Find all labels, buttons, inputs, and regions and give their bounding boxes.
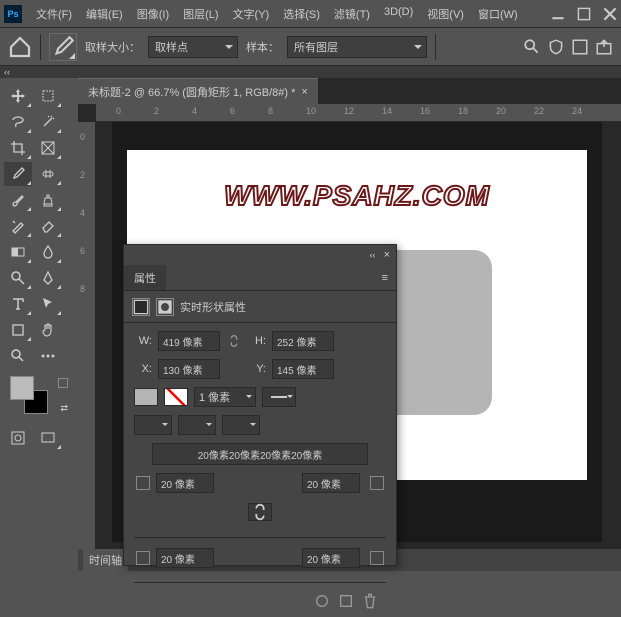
sample-size-label: 取样大小：: [85, 39, 140, 55]
color-swatches[interactable]: ⇄: [10, 376, 50, 416]
menu-image[interactable]: 图像(I): [131, 2, 175, 26]
fill-color-swatch[interactable]: [134, 388, 158, 406]
menu-bar: 文件(F) 编辑(E) 图像(I) 图层(L) 文字(Y) 选择(S) 滤镜(T…: [30, 2, 543, 26]
tl-radius-input[interactable]: 20 像素: [156, 473, 214, 493]
vertical-ruler: 0 2 4 6 8: [78, 122, 96, 571]
foot-icon-1[interactable]: [314, 593, 330, 609]
bl-lock-checkbox[interactable]: [136, 551, 150, 565]
move-tool[interactable]: [4, 84, 32, 108]
pen-tool[interactable]: [34, 266, 62, 290]
y-input[interactable]: 145 像素: [272, 359, 334, 379]
menu-select[interactable]: 选择(S): [277, 2, 326, 26]
mask-properties-icon[interactable]: [156, 298, 174, 316]
frame-icon[interactable]: [571, 38, 589, 56]
menu-3d[interactable]: 3D(D): [378, 2, 419, 26]
zoom-tool[interactable]: [4, 344, 32, 368]
foot-icon-2[interactable]: [338, 593, 354, 609]
cap-select[interactable]: [178, 415, 216, 435]
timeline-panel-tab[interactable]: 时间轴: [83, 549, 128, 571]
dodge-tool[interactable]: [4, 266, 32, 290]
search-icon[interactable]: [523, 38, 541, 56]
active-tool-eyedropper-icon[interactable]: [49, 33, 77, 61]
path-select-tool[interactable]: [34, 292, 62, 316]
default-colors-icon[interactable]: [58, 378, 68, 388]
menu-window[interactable]: 窗口(W): [472, 2, 524, 26]
properties-panel: ‹‹ × 属性 ≡ 实时形状属性 W: 419 像素 H: 252 像素 X: …: [123, 244, 397, 566]
blur-tool[interactable]: [34, 240, 62, 264]
tr-corner-icon: [370, 476, 384, 490]
height-input[interactable]: 252 像素: [272, 331, 334, 351]
br-radius-input[interactable]: 20 像素: [302, 548, 360, 568]
corner-select[interactable]: [222, 415, 260, 435]
link-wh-icon[interactable]: [226, 333, 242, 349]
menu-file[interactable]: 文件(F): [30, 2, 78, 26]
x-label: X:: [134, 363, 152, 375]
panel-menu-icon[interactable]: ≡: [374, 272, 396, 284]
collapse-panel-icon[interactable]: ‹‹: [370, 250, 376, 260]
br-corner-icon: [370, 551, 384, 565]
close-button[interactable]: [603, 7, 617, 21]
healing-tool[interactable]: [34, 162, 62, 186]
sample-size-select[interactable]: 取样点: [148, 36, 238, 58]
shape-properties-icon[interactable]: [132, 298, 150, 316]
width-label: W:: [134, 335, 152, 347]
swap-colors-icon[interactable]: ⇄: [60, 403, 68, 414]
close-panel-icon[interactable]: ×: [384, 249, 390, 261]
crop-tool[interactable]: [4, 136, 32, 160]
ps-logo-icon: Ps: [4, 5, 22, 23]
maximize-button[interactable]: [577, 7, 591, 21]
type-tool[interactable]: [4, 292, 32, 316]
properties-tab[interactable]: 属性: [124, 265, 166, 290]
width-input[interactable]: 419 像素: [158, 331, 220, 351]
minimize-button[interactable]: [551, 7, 565, 21]
quickmask-tool[interactable]: [4, 426, 32, 450]
more-tools[interactable]: [34, 344, 62, 368]
align-select[interactable]: [134, 415, 172, 435]
home-icon[interactable]: [8, 35, 32, 59]
shield-icon[interactable]: [547, 38, 565, 56]
tl-lock-checkbox[interactable]: [136, 476, 150, 490]
link-radii-icon[interactable]: [248, 503, 272, 521]
artboard-tool[interactable]: [34, 84, 62, 108]
foreground-color[interactable]: [10, 376, 34, 400]
live-shape-label: 实时形状属性: [180, 299, 246, 315]
shape-tool[interactable]: [4, 318, 32, 342]
menu-edit[interactable]: 编辑(E): [80, 2, 129, 26]
radius-summary[interactable]: 20像素20像素20像素20像素: [152, 443, 368, 465]
stroke-width-input[interactable]: 1 像素: [194, 387, 256, 407]
stroke-color-swatch[interactable]: [164, 388, 188, 406]
x-input[interactable]: 130 像素: [158, 359, 220, 379]
menu-filter[interactable]: 滤镜(T): [328, 2, 376, 26]
share-icon[interactable]: [595, 38, 613, 56]
eraser-tool[interactable]: [34, 214, 62, 238]
watermark-text: WWW.PSAHZ.COM: [224, 180, 490, 212]
trash-icon[interactable]: [362, 593, 378, 609]
y-label: Y:: [248, 363, 266, 375]
menu-layer[interactable]: 图层(L): [177, 2, 224, 26]
clone-stamp-tool[interactable]: [34, 188, 62, 212]
document-tab-label: 未标题-2 @ 66.7% (圆角矩形 1, RGB/8#) *: [88, 84, 295, 100]
brush-tool[interactable]: [4, 188, 32, 212]
close-tab-icon[interactable]: ×: [301, 86, 307, 98]
hand-tool[interactable]: [34, 318, 62, 342]
menu-type[interactable]: 文字(Y): [227, 2, 276, 26]
eyedropper-tool[interactable]: [4, 162, 32, 186]
menu-view[interactable]: 视图(V): [421, 2, 470, 26]
magic-wand-tool[interactable]: [34, 110, 62, 134]
frame-tool[interactable]: [34, 136, 62, 160]
tr-radius-input[interactable]: 20 像素: [302, 473, 360, 493]
collapse-arrow-icon[interactable]: ‹‹: [4, 67, 10, 77]
height-label: H:: [248, 335, 266, 347]
lasso-tool[interactable]: [4, 110, 32, 134]
screenmode-tool[interactable]: [34, 426, 62, 450]
bl-radius-input[interactable]: 20 像素: [156, 548, 214, 568]
gradient-tool[interactable]: [4, 240, 32, 264]
document-tab[interactable]: 未标题-2 @ 66.7% (圆角矩形 1, RGB/8#) * ×: [78, 78, 318, 104]
history-brush-tool[interactable]: [4, 214, 32, 238]
stroke-style-select[interactable]: [262, 387, 296, 407]
horizontal-ruler: 0 2 4 6 8 10 12 14 16 18 20 22 24: [96, 104, 621, 122]
main-toolbar: ⇄: [0, 78, 78, 571]
sample-label: 样本：: [246, 39, 279, 55]
sample-layer-select[interactable]: 所有图层: [287, 36, 427, 58]
